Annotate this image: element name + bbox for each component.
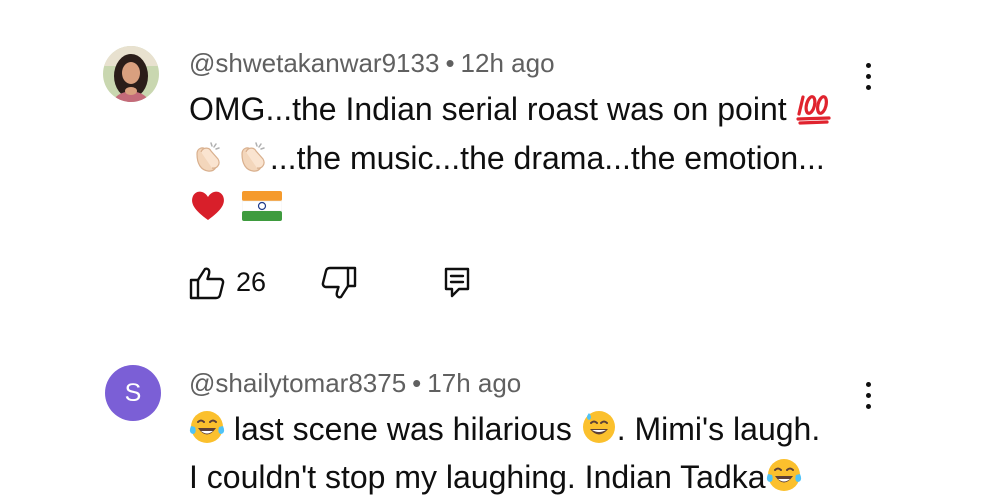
- timestamp[interactable]: 12h ago: [461, 48, 555, 78]
- thumbs-up-icon: [189, 267, 225, 300]
- comment-text: ...the music...the drama...the emotion..…: [269, 140, 825, 176]
- comment-text-line: last scene was hilarious . Mimi's laugh.: [189, 409, 820, 454]
- dislike-button[interactable]: [321, 266, 357, 305]
- profile-photo-icon: [103, 46, 159, 102]
- avatar[interactable]: S: [105, 365, 161, 421]
- author-handle[interactable]: @shwetakanwar9133: [189, 48, 439, 78]
- more-vertical-icon: [865, 381, 871, 387]
- separator: •: [412, 368, 422, 398]
- more-options-button[interactable]: [856, 56, 880, 96]
- comment-text: . Mimi's laugh.: [616, 411, 821, 447]
- timestamp[interactable]: 17h ago: [427, 368, 521, 398]
- comment-text-line: ...the music...the drama...the emotion..…: [189, 138, 825, 183]
- thumbs-down-icon: [321, 266, 357, 299]
- comment-text-line: OMG...the Indian serial roast was on poi…: [189, 89, 832, 134]
- comment-text-line: I couldn't stop my laughing. Indian Tadk…: [189, 457, 802, 500]
- grinning-sweat-icon: [581, 409, 617, 454]
- clapping-hands-icon: [234, 138, 270, 183]
- separator: •: [445, 48, 455, 78]
- comment-text: OMG...the Indian serial roast was on poi…: [189, 91, 787, 127]
- tears-of-joy-icon: [189, 409, 225, 454]
- red-heart-icon: [189, 187, 227, 232]
- like-count: 26: [236, 267, 267, 297]
- reply-button[interactable]: [443, 266, 471, 305]
- tears-of-joy-icon: [766, 457, 802, 500]
- avatar[interactable]: [103, 46, 159, 102]
- hundred-points-icon: [795, 89, 832, 134]
- reply-icon: [444, 267, 470, 298]
- like-button[interactable]: [189, 266, 225, 305]
- more-vertical-icon: [865, 62, 871, 68]
- india-flag-icon: [241, 190, 283, 230]
- more-options-button[interactable]: [856, 375, 880, 415]
- comment-text-line: [189, 187, 283, 232]
- comment-text: last scene was hilarious: [233, 411, 572, 447]
- comment-meta: @shwetakanwar9133 • 12h ago: [189, 48, 555, 79]
- comment-meta: @shailytomar8375 • 17h ago: [189, 368, 521, 399]
- comment-text: I couldn't stop my laughing. Indian Tadk…: [189, 459, 766, 495]
- author-handle[interactable]: @shailytomar8375: [189, 368, 406, 398]
- clapping-hands-icon: [189, 138, 225, 183]
